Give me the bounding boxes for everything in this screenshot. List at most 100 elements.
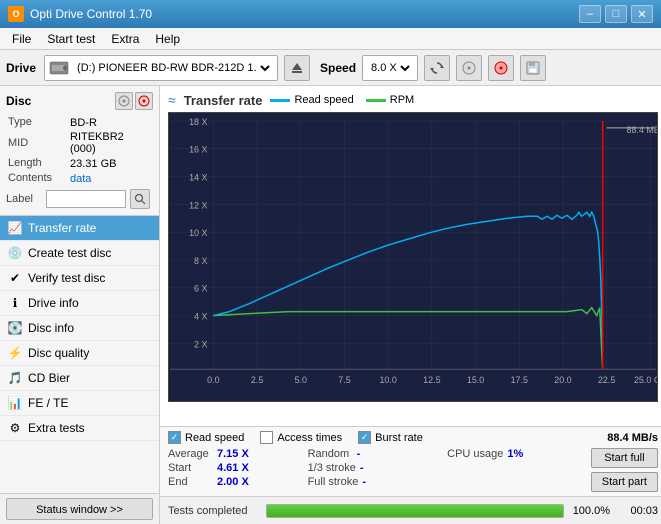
chart-svg-wrapper: 18 X 16 X 14 X 12 X 10 X 8 X 6 X 4 X 2 X… xyxy=(168,112,658,402)
stat-cpu-row: CPU usage 1% xyxy=(447,448,583,460)
access-times-checkbox[interactable] xyxy=(260,431,273,444)
minimize-button[interactable]: – xyxy=(579,5,601,23)
fe-te-icon: 📊 xyxy=(8,396,22,410)
disc-contents-link[interactable]: data xyxy=(70,173,91,185)
stats-grid: Average 7.15 X Random - CPU usage 1% Sta… xyxy=(168,448,583,492)
legend-rpm-label: RPM xyxy=(390,94,414,106)
svg-text:18 X: 18 X xyxy=(189,117,207,127)
disc-info-table: Type BD-R MID RITEKBR2 (000) Length 23.3… xyxy=(6,114,153,187)
action-buttons: Start full Start part xyxy=(583,448,658,492)
svg-text:10.0: 10.0 xyxy=(379,375,396,385)
menu-extra[interactable]: Extra xyxy=(103,30,147,48)
nav-extra-tests[interactable]: ⚙ Extra tests xyxy=(0,416,159,441)
legend-read-speed: Read speed xyxy=(270,94,353,106)
save-icon xyxy=(526,61,540,75)
stat-average-value: 7.15 X xyxy=(217,448,249,460)
stat-start-value: 4.61 X xyxy=(217,462,249,474)
nav-disc-quality[interactable]: ⚡ Disc quality xyxy=(0,341,159,366)
eject-icon xyxy=(290,61,304,75)
svg-text:17.5: 17.5 xyxy=(511,375,528,385)
svg-text:5.0: 5.0 xyxy=(295,375,307,385)
stat-average-row: Average 7.15 X xyxy=(168,448,304,460)
disc-button[interactable] xyxy=(456,55,482,81)
disc-label-input[interactable] xyxy=(46,190,126,208)
stat-end-row: End 2.00 X xyxy=(168,476,304,488)
disc-icon-btn1[interactable] xyxy=(115,92,133,110)
transfer-rate-icon: 📈 xyxy=(8,221,22,235)
disc-icons xyxy=(115,92,153,110)
progress-bar-wrapper xyxy=(266,504,564,518)
svg-text:14 X: 14 X xyxy=(189,173,207,183)
drive-select-wrapper[interactable]: (D:) PIONEER BD-RW BDR-212D 1.00 xyxy=(44,55,278,81)
chart-legend: Read speed RPM xyxy=(270,94,414,106)
app-icon: O xyxy=(8,6,24,22)
disc-quality-icon: ⚡ xyxy=(8,346,22,360)
start-part-button[interactable]: Start part xyxy=(591,472,658,492)
disc-label-btn[interactable] xyxy=(130,189,150,209)
disc-label-text: Label xyxy=(6,193,42,205)
checkbox-burst-rate[interactable]: ✓ Burst rate xyxy=(358,431,423,444)
speed-selector[interactable]: 8.0 X xyxy=(367,61,413,75)
disc-mid-value: RITEKBR2 (000) xyxy=(70,131,151,155)
stat-1-3-value: - xyxy=(360,462,364,474)
svg-text:25.0 GB: 25.0 GB xyxy=(634,375,658,385)
nav-transfer-rate[interactable]: 📈 Transfer rate xyxy=(0,216,159,241)
nav-create-test-disc[interactable]: 💿 Create test disc xyxy=(0,241,159,266)
legend-read-speed-color xyxy=(270,99,290,102)
menu-bar: File Start test Extra Help xyxy=(0,28,661,50)
nav-verify-test-disc-label: Verify test disc xyxy=(28,271,105,285)
progress-bar-fill xyxy=(267,505,563,517)
nav-disc-info-label: Disc info xyxy=(28,321,74,335)
nav-verify-test-disc[interactable]: ✔ Verify test disc xyxy=(0,266,159,291)
burn-button[interactable] xyxy=(488,55,514,81)
stat-1-3-label: 1/3 stroke xyxy=(308,462,356,474)
stat-full-stroke-value: - xyxy=(362,476,366,488)
menu-help[interactable]: Help xyxy=(147,30,188,48)
disc-type-value: BD-R xyxy=(70,116,151,129)
close-button[interactable]: ✕ xyxy=(631,5,653,23)
read-speed-checkbox[interactable]: ✓ xyxy=(168,431,181,444)
disc-length-label: Length xyxy=(8,157,68,170)
svg-text:4 X: 4 X xyxy=(194,312,207,322)
refresh-button[interactable] xyxy=(424,55,450,81)
status-window-button[interactable]: Status window >> xyxy=(6,498,153,520)
drive-selector[interactable]: (D:) PIONEER BD-RW BDR-212D 1.00 xyxy=(73,61,273,75)
disc-icon xyxy=(462,61,476,75)
stat-cpu-label: CPU usage xyxy=(447,448,503,460)
checkbox-access-times[interactable]: Access times xyxy=(260,431,342,444)
burst-rate-checkbox[interactable]: ✓ xyxy=(358,431,371,444)
speed-select-wrapper[interactable]: 8.0 X xyxy=(362,55,418,81)
disc-contents-label: Contents xyxy=(8,172,68,185)
menu-start-test[interactable]: Start test xyxy=(39,30,103,48)
start-full-button[interactable]: Start full xyxy=(591,448,658,468)
nav-fe-te-label: FE / TE xyxy=(28,396,68,410)
svg-text:2.5: 2.5 xyxy=(251,375,263,385)
burst-rate-value: 88.4 MB/s xyxy=(607,432,658,444)
progress-label: Tests completed xyxy=(168,505,258,517)
chart-title-bar: ≈ Transfer rate Read speed RPM xyxy=(168,92,658,108)
maximize-button[interactable]: □ xyxy=(605,5,627,23)
stats-and-buttons: Average 7.15 X Random - CPU usage 1% Sta… xyxy=(168,448,658,492)
nav-drive-info[interactable]: ℹ Drive info xyxy=(0,291,159,316)
nav-cd-bier[interactable]: 🎵 CD Bier xyxy=(0,366,159,391)
eject-button[interactable] xyxy=(284,55,310,81)
burn-icon xyxy=(494,61,508,75)
disc-mid-label: MID xyxy=(8,131,68,155)
checkbox-read-speed[interactable]: ✓ Read speed xyxy=(168,431,244,444)
status-section: Status window >> xyxy=(0,493,159,524)
nav-fe-te[interactable]: 📊 FE / TE xyxy=(0,391,159,416)
title-buttons: – □ ✕ xyxy=(579,5,653,23)
disc-icon-btn2[interactable] xyxy=(135,92,153,110)
disc-mid-row: MID RITEKBR2 (000) xyxy=(8,131,151,155)
stat-full-stroke-row: Full stroke - xyxy=(308,476,444,488)
nav-create-test-disc-label: Create test disc xyxy=(28,246,111,260)
menu-file[interactable]: File xyxy=(4,30,39,48)
disc-length-value: 23.31 GB xyxy=(70,157,151,170)
drive-label: Drive xyxy=(6,61,36,75)
disc-title: Disc xyxy=(6,94,31,108)
save-button[interactable] xyxy=(520,55,546,81)
nav-disc-info[interactable]: 💽 Disc info xyxy=(0,316,159,341)
nav-cd-bier-label: CD Bier xyxy=(28,371,70,385)
svg-text:7.5: 7.5 xyxy=(338,375,350,385)
svg-text:16 X: 16 X xyxy=(189,145,207,155)
